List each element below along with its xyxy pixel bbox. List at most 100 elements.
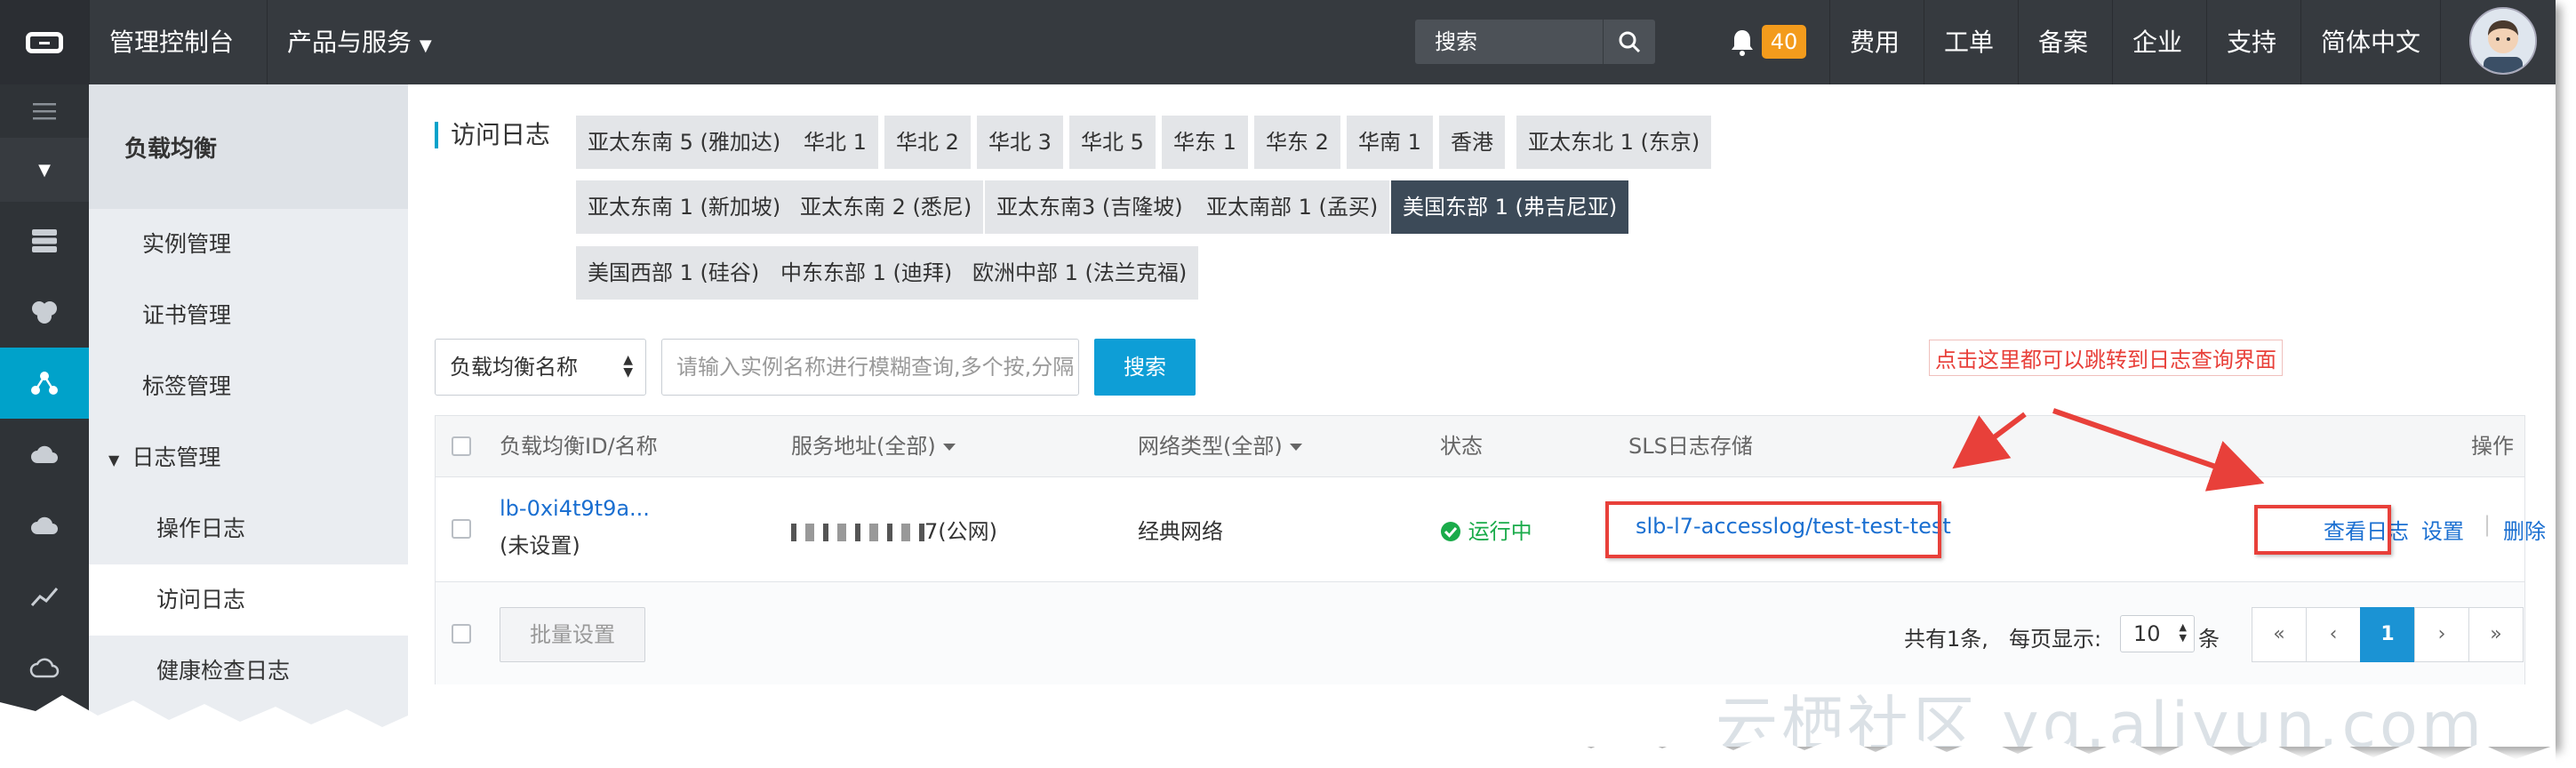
menu-enterprise[interactable]: 企业 [2112,0,2202,84]
column-header-actions: 操作 [2471,434,2514,459]
filter-field-value: 负载均衡名称 [450,355,578,380]
table-footer: 批量设置 共有1条, 每页显示: 10 ▲ ▼ 条 « ‹ 1 › » [436,582,2524,684]
search-submit-button[interactable]: 搜索 [1094,339,1196,396]
page-size-select[interactable]: 10 ▲ ▼ [2120,615,2195,652]
footer-select-all-checkbox[interactable] [452,624,471,644]
region-tab-cn-south-1[interactable]: 华南 1 [1347,116,1433,169]
status-text: 运行中 [1468,519,1532,544]
server-icon [32,229,57,252]
nav-group-log-management[interactable]: ▼ 日志管理 [89,422,408,493]
batch-settings-button[interactable]: 批量设置 [500,607,645,662]
total-count: 共有1条, [1904,627,1988,652]
status-badge: 运行中 [1440,514,1532,545]
notification-badge[interactable]: 40 [1762,25,1806,59]
products-menu[interactable]: 产品与服务 ▼ [267,0,452,84]
cloud-upload-icon [31,445,58,463]
nav-item-certificates[interactable]: 证书管理 [89,280,408,351]
trend-chart-icon [30,588,59,607]
sidebar-item-oss[interactable] [0,419,89,490]
region-tab-us-west-1[interactable]: 美国西部 1 (硅谷) [576,246,772,300]
sidebar-item-rds[interactable] [0,276,89,348]
pagination-prev[interactable]: ‹ [2306,607,2361,662]
global-search-input[interactable] [1415,20,1602,64]
cloud-outline-icon [29,658,60,678]
caret-down-icon [1289,444,1302,451]
region-tab-cn-north-5[interactable]: 华北 5 [1069,116,1156,169]
pagination-page-1[interactable]: 1 [2360,607,2415,662]
region-tab-us-east-1[interactable]: 美国东部 1 (弗吉尼亚) [1391,180,1629,234]
pagination-next[interactable]: › [2414,607,2469,662]
column-header-address-label: 服务地址(全部) [791,434,936,459]
search-button[interactable] [1603,20,1655,64]
region-tab-ap-south-1[interactable]: 亚太南部 1 (孟买) [1195,180,1390,234]
menu-tickets[interactable]: 工单 [1924,0,2013,84]
nav-item-access-logs[interactable]: 访问日志 [89,564,408,636]
nav-item-instances[interactable]: 实例管理 [89,209,408,280]
secondary-sidebar: 负载均衡 实例管理 证书管理 标签管理 ▼ 日志管理 操作日志 访问日志 健康检查… [89,84,408,747]
aliyun-logo[interactable] [0,0,89,84]
bell-icon[interactable] [1724,25,1760,60]
secondary-sidebar-header: 负载均衡 [89,84,408,209]
caret-down-icon: ▼ [108,452,120,468]
column-header-network[interactable]: 网络类型(全部) [1138,416,1302,476]
menu-billing[interactable]: 费用 [1829,0,1919,84]
region-tab-cn-north-3[interactable]: 华北 3 [977,116,1063,169]
row-checkbox[interactable] [452,519,471,539]
settings-link[interactable]: 设置 [2421,514,2464,545]
instance-name-search-input[interactable] [661,339,1079,396]
sidebar-item-monitor[interactable] [0,561,89,632]
logo-icon [26,31,63,53]
page-size-label: 每页显示: [2009,627,2102,652]
masked-address-icon [791,524,924,541]
instances-table: 负载均衡ID/名称 服务地址(全部) 网络类型(全部) 状态 SLS日志存储 操… [435,415,2546,684]
sidebar-item-slb[interactable] [0,348,89,419]
annotation-note: 点击这里都可以跳转到日志查询界面 [1929,340,2283,376]
region-tab-hongkong[interactable]: 香港 [1439,116,1505,169]
region-tab-ap-southeast-1[interactable]: 亚太东南 1 (新加坡) [576,180,793,234]
region-tab-me-east-1[interactable]: 中东东部 1 (迪拜) [769,246,964,300]
menu-icp[interactable]: 备案 [2018,0,2108,84]
nav-item-health-check-logs[interactable]: 健康检查日志 [89,636,408,707]
load-balancer-icon [31,372,58,395]
sidebar-item-storage[interactable] [0,703,89,747]
region-tab-ap-southeast-5[interactable]: 亚太东南 5 (雅加达) [576,116,793,169]
select-arrows-icon: ▲ ▼ [623,353,633,380]
region-tab-ap-northeast-1[interactable]: 亚太东北 1 (东京) [1516,116,1712,169]
main-content: 访问日志 亚太东南 5 (雅加达) 华北 1 华北 2 华北 3 华北 5 华东… [408,84,2556,747]
column-header-id-name: 负载均衡ID/名称 [500,434,658,459]
sidebar-item-cloud[interactable] [0,632,89,703]
delete-link[interactable]: 删除 [2503,514,2546,545]
highlight-box-sls-link [1605,501,1941,558]
sidebar-dropdown-button[interactable]: ▼ [0,138,89,202]
sidebar-item-cdn[interactable] [0,490,89,561]
nav-item-operation-logs[interactable]: 操作日志 [89,493,408,564]
table-header: 负载均衡ID/名称 服务地址(全部) 网络类型(全部) 状态 SLS日志存储 操… [436,416,2524,477]
action-divider: | [2484,512,2492,537]
region-tab-eu-central-1[interactable]: 欧洲中部 1 (法兰克福) [961,246,1199,300]
page-size-value: 10 [2133,621,2161,646]
top-navigation-bar: 管理控制台 产品与服务 ▼ 40 费用 工单 备案 企业 支持 简体中文 [0,0,2556,84]
column-header-network-label: 网络类型(全部) [1138,434,1283,459]
select-all-checkbox[interactable] [452,436,471,456]
region-tab-cn-east-1[interactable]: 华东 1 [1162,116,1248,169]
console-link[interactable]: 管理控制台 [89,0,253,84]
column-header-status: 状态 [1440,434,1483,459]
nav-item-tags[interactable]: 标签管理 [89,351,408,422]
region-tab-cn-north-2[interactable]: 华北 2 [884,116,971,169]
filter-field-select[interactable]: 负载均衡名称 ▲ ▼ [435,339,646,396]
instance-id-link[interactable]: lb-0xi4t9t9a... [500,496,650,521]
column-header-address[interactable]: 服务地址(全部) [791,416,956,476]
global-search [1415,20,1655,64]
region-tab-ap-southeast-2[interactable]: 亚太东南 2 (悉尼) [788,180,984,234]
pagination-first[interactable]: « [2252,607,2307,662]
avatar[interactable] [2469,7,2537,75]
products-menu-label: 产品与服务 [287,28,412,57]
region-tab-cn-north-1[interactable]: 华北 1 [792,116,878,169]
region-tab-cn-east-2[interactable]: 华东 2 [1254,116,1340,169]
menu-support[interactable]: 支持 [2206,0,2296,84]
pagination-last[interactable]: » [2468,607,2524,662]
menu-language[interactable]: 简体中文 [2300,0,2442,84]
sidebar-collapse-button[interactable] [0,84,89,138]
sidebar-item-ecs[interactable] [0,205,89,276]
region-tab-ap-southeast-3[interactable]: 亚太东南3 (吉隆坡) [985,180,1195,234]
